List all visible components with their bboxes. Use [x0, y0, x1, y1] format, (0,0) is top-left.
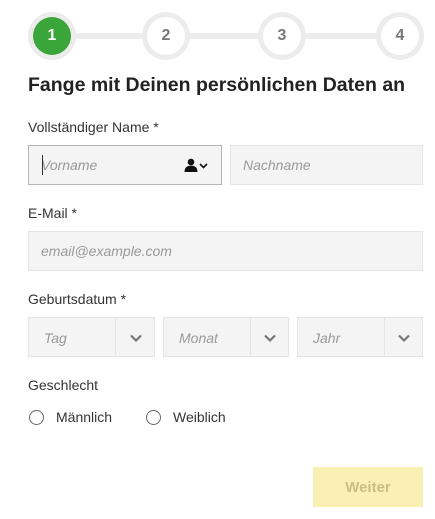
- gender-label: Geschlecht: [28, 377, 99, 393]
- step-4-number: 4: [381, 17, 419, 55]
- person-icon: [184, 158, 198, 172]
- month-placeholder: Monat: [179, 330, 218, 346]
- year-placeholder: Jahr: [313, 330, 341, 346]
- birthdate-year-select[interactable]: Jahr: [297, 317, 423, 357]
- step-2: 2: [142, 12, 190, 60]
- birthdate-day-select[interactable]: Tag: [28, 317, 155, 357]
- progress-stepper: 1 2 3 4: [28, 12, 426, 60]
- stepper-track: [52, 33, 402, 39]
- radio-button-female[interactable]: [146, 409, 161, 425]
- full-name-label: Vollständiger Name *: [28, 119, 159, 135]
- chevron-down-icon: [264, 334, 276, 343]
- contact-autofill-button[interactable]: [184, 157, 210, 173]
- last-name-input[interactable]: [230, 145, 423, 185]
- step-3-number: 3: [263, 17, 301, 55]
- next-button[interactable]: Weiter: [313, 467, 423, 507]
- email-input[interactable]: [28, 231, 423, 271]
- select-divider: [384, 318, 385, 356]
- gender-option-male[interactable]: Männlich: [29, 406, 112, 428]
- step-1: 1: [28, 12, 76, 60]
- gender-option-female[interactable]: Weiblich: [146, 406, 226, 428]
- select-divider: [115, 318, 116, 356]
- text-caret: [42, 155, 43, 175]
- step-3: 3: [258, 12, 306, 60]
- radio-button-male[interactable]: [29, 409, 44, 425]
- select-divider: [250, 318, 251, 356]
- birthdate-label: Geburtsdatum *: [28, 291, 127, 307]
- step-4: 4: [376, 12, 424, 60]
- day-placeholder: Tag: [44, 330, 67, 346]
- email-label: E-Mail *: [28, 205, 78, 221]
- chevron-down-icon: [398, 334, 410, 343]
- female-label: Weiblich: [173, 409, 226, 425]
- step-1-number: 1: [33, 17, 71, 55]
- chevron-down-icon: [199, 162, 208, 169]
- page-title: Fange mit Deinen persönlichen Daten an: [28, 74, 406, 96]
- birthdate-month-select[interactable]: Monat: [163, 317, 289, 357]
- step-2-number: 2: [147, 17, 185, 55]
- male-label: Männlich: [56, 409, 113, 425]
- chevron-down-icon: [130, 334, 142, 343]
